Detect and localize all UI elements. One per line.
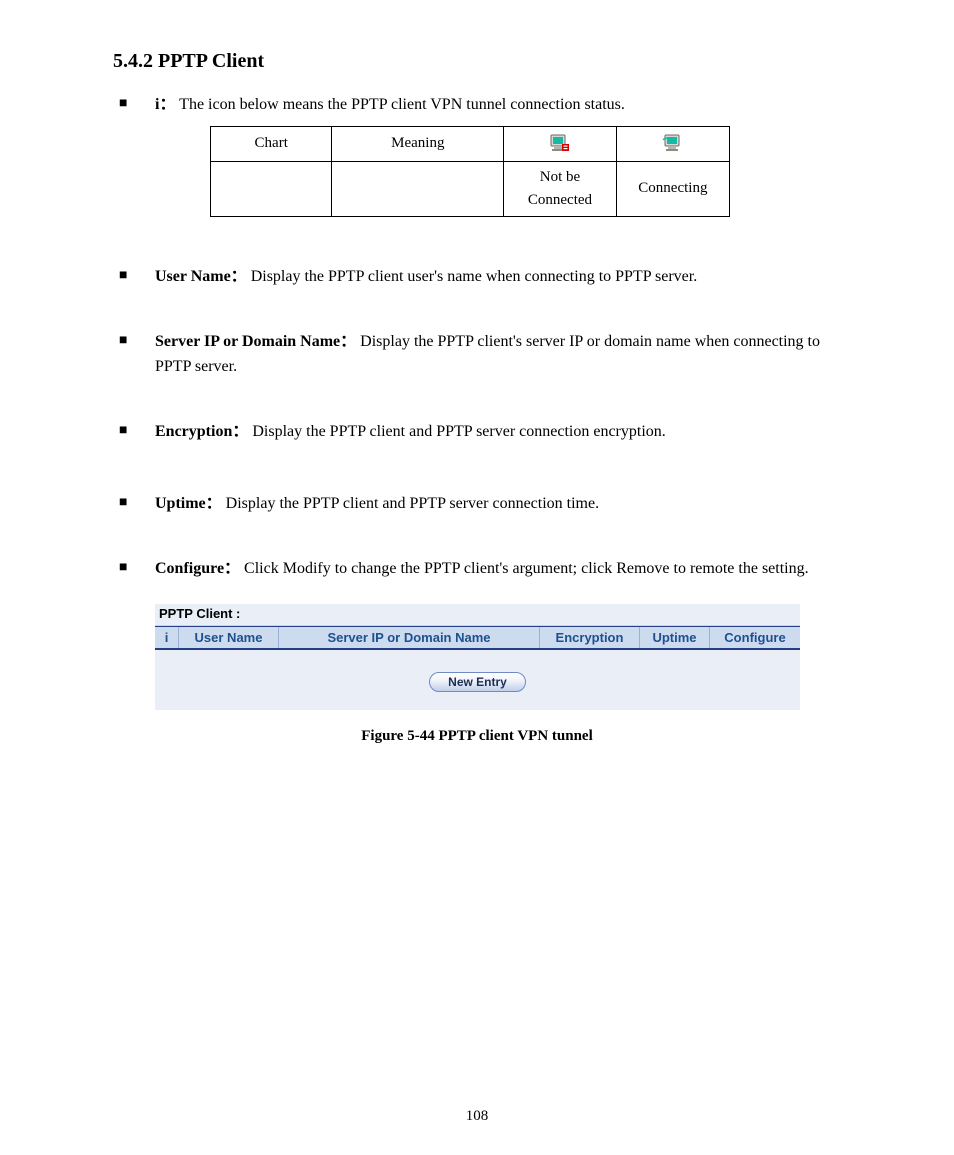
bullet-status-icon: i： The icon below means the PPTP client …	[95, 93, 859, 217]
bullet-encryption: Encryption： Display the PPTP client and …	[95, 420, 859, 445]
bullet-text: Display the PPTP client and PPTP server …	[252, 423, 665, 440]
pptp-client-panel: PPTP Client : i User Name Server IP or D…	[155, 604, 800, 710]
col-server-ip: Server IP or Domain Name	[279, 627, 540, 648]
status-cell-meaning	[332, 161, 504, 217]
bullet-lead: Encryption：	[155, 423, 248, 440]
bullet-server-ip: Server IP or Domain Name： Display the PP…	[95, 330, 859, 380]
col-user-name: User Name	[179, 627, 279, 648]
status-cell-connected: Connecting	[616, 161, 729, 217]
status-icon-table: Chart Meaning	[210, 126, 730, 218]
page-number: 108	[0, 1108, 954, 1125]
pc-connected-icon	[662, 134, 684, 154]
bullet-user-name: User Name： Display the PPTP client user'…	[95, 265, 859, 290]
pc-disconnected-icon	[549, 134, 571, 154]
bullet-lead: Uptime：	[155, 495, 222, 512]
col-i: i	[155, 627, 179, 648]
bullet-text: Display the PPTP client user's name when…	[251, 268, 698, 285]
status-cell-chart	[211, 161, 332, 217]
figure-caption: Figure 5-44 PPTP client VPN tunnel	[95, 728, 859, 745]
bullet-text: The icon below means the PPTP client VPN…	[179, 96, 625, 113]
pptp-panel-title: PPTP Client :	[155, 604, 800, 626]
bullet-lead: Configure：	[155, 560, 240, 577]
col-uptime: Uptime	[640, 627, 710, 648]
section-title: 5.4.2 PPTP Client	[113, 50, 859, 73]
bullet-text: Click Modify to change the PPTP client's…	[244, 560, 809, 577]
status-icon-connected-header	[616, 126, 729, 161]
bullet-lead: Server IP or Domain Name：	[155, 333, 356, 350]
col-configure: Configure	[710, 627, 800, 648]
bullet-lead: i：	[155, 96, 175, 113]
status-cell-disconnected: Not be Connected	[504, 161, 617, 217]
status-col-chart: Chart	[211, 126, 332, 161]
col-encryption: Encryption	[540, 627, 640, 648]
pptp-body: New Entry	[155, 650, 800, 710]
status-icon-disconnected-header	[504, 126, 617, 161]
bullet-text: Display the PPTP client and PPTP server …	[226, 495, 599, 512]
bullet-lead: User Name：	[155, 268, 247, 285]
pptp-header-row: i User Name Server IP or Domain Name Enc…	[155, 626, 800, 650]
bullet-uptime: Uptime： Display the PPTP client and PPTP…	[95, 492, 859, 517]
new-entry-button[interactable]: New Entry	[429, 672, 526, 692]
bullet-configure: Configure： Click Modify to change the PP…	[95, 557, 859, 582]
status-col-meaning: Meaning	[332, 126, 504, 161]
